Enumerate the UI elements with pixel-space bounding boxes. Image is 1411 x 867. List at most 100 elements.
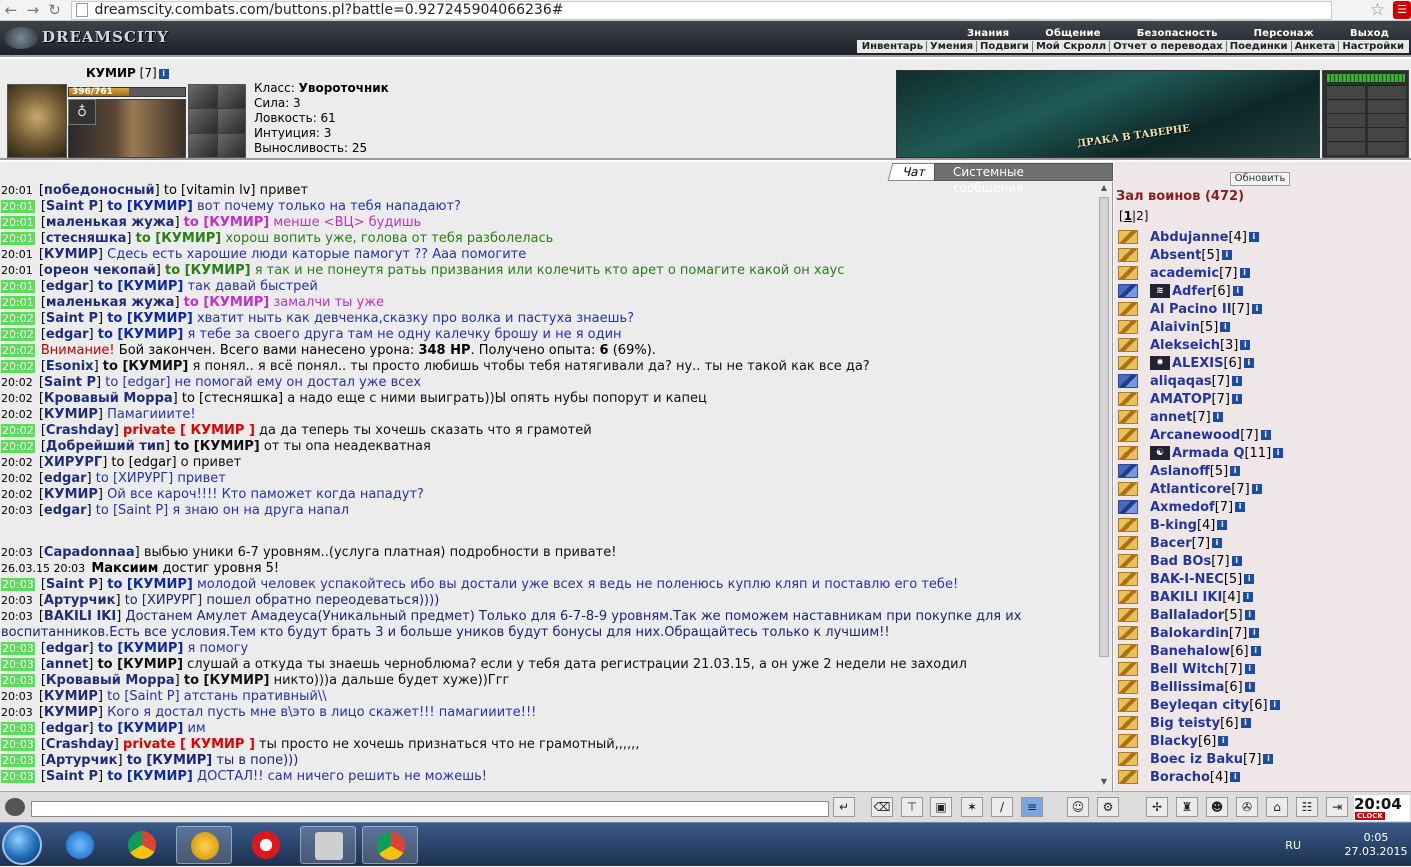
opera-icon[interactable] xyxy=(238,826,294,864)
info-icon[interactable]: i xyxy=(1269,700,1280,710)
recipient[interactable]: to [edgar] xyxy=(105,375,170,390)
tab-chat[interactable]: Чат xyxy=(887,163,941,181)
recipient[interactable]: private [ КУМИР ] xyxy=(123,423,255,438)
equip-slot[interactable] xyxy=(189,85,217,109)
recipient[interactable]: to [КУМИР] xyxy=(107,577,193,592)
player-row[interactable]: Banehalow [6] i xyxy=(1118,642,1408,660)
slash-icon[interactable]: / xyxy=(991,797,1013,817)
fight-icon[interactable] xyxy=(1118,572,1138,586)
fight-icon[interactable] xyxy=(1118,266,1138,280)
recipient[interactable]: to [edgar] xyxy=(111,455,176,470)
amulet-slot[interactable]: ♁ xyxy=(68,99,96,125)
player-row[interactable]: Bellissima [6] i xyxy=(1118,678,1408,696)
equip-slot[interactable] xyxy=(217,85,245,109)
recipient[interactable]: to [КУМИР] xyxy=(107,199,193,214)
player-name[interactable]: Ballalador xyxy=(1150,608,1224,623)
sender-nick[interactable]: Кровавый Морра xyxy=(46,673,175,688)
player-name[interactable]: Absent xyxy=(1150,248,1201,263)
sender-nick[interactable]: edgar xyxy=(46,327,89,342)
player-row[interactable]: Bad BOs [7] i xyxy=(1118,552,1408,570)
player-row[interactable]: Beyleqan city [6] i xyxy=(1118,696,1408,714)
player-name[interactable]: Beyleqan city xyxy=(1150,698,1249,713)
recipient[interactable]: to [КУМИР] xyxy=(127,753,213,768)
recipient[interactable]: to [КУМИР] xyxy=(107,311,193,326)
fight-icon[interactable] xyxy=(1118,554,1138,568)
sender-nick[interactable]: Saint P xyxy=(46,769,98,784)
reload-icon[interactable]: ↻ xyxy=(44,0,66,20)
page-1-link[interactable]: 1 xyxy=(1124,209,1132,223)
player-row[interactable]: Axmedof [7] i xyxy=(1118,498,1408,516)
fight-icon[interactable] xyxy=(1118,428,1138,442)
info-icon[interactable]: i xyxy=(1240,340,1251,350)
player-row[interactable]: BAK-I-NEC [5] i xyxy=(1118,570,1408,588)
player-row[interactable]: Arcanewood [7] i xyxy=(1118,426,1408,444)
eraser-icon[interactable]: ⌫ xyxy=(871,797,893,817)
system-clock[interactable]: 0:05 27.03.2015 xyxy=(1341,831,1411,859)
submenu-duels[interactable]: Поединки xyxy=(1227,41,1292,52)
sender-nick[interactable]: Crashday xyxy=(46,737,114,752)
equip-slot[interactable] xyxy=(189,133,217,157)
player-name[interactable]: ALEXIS xyxy=(1172,356,1223,371)
fight-icon[interactable] xyxy=(1118,356,1138,370)
sender-nick[interactable]: маленькая жужа xyxy=(46,295,175,310)
scroll-down-icon[interactable]: ▼ xyxy=(1099,777,1109,789)
submenu-inventory[interactable]: Инвентарь xyxy=(859,41,928,52)
info-icon[interactable]: i xyxy=(1217,520,1228,530)
sender-nick[interactable]: edgar xyxy=(46,279,89,294)
sender-nick[interactable]: КУМИР xyxy=(44,487,98,502)
submenu-transfer-report[interactable]: Отчет о переводах xyxy=(1110,41,1227,52)
player-row[interactable]: BAKILI IKI [4] i xyxy=(1118,588,1408,606)
fight-icon[interactable] xyxy=(1118,284,1138,298)
player-row[interactable]: ✸ ALEXIS [6] i xyxy=(1118,354,1408,372)
people-icon[interactable]: ☷ xyxy=(1296,797,1318,817)
info-icon[interactable]: i xyxy=(1249,628,1260,638)
submenu-skills[interactable]: Умения xyxy=(927,41,978,52)
recipient[interactable]: to [КУМИР] xyxy=(98,641,184,656)
player-row[interactable]: B-king [4] i xyxy=(1118,516,1408,534)
fight-icon[interactable] xyxy=(1118,446,1138,460)
player-row[interactable]: Boec iz Baku [7] i xyxy=(1118,750,1408,768)
sender-nick[interactable]: КУМИР xyxy=(44,247,98,262)
sender-nick[interactable]: edgar xyxy=(44,503,87,518)
player-name[interactable]: Arcanewood xyxy=(1150,428,1240,443)
sender-nick[interactable]: КУМИР xyxy=(44,705,98,720)
url-input[interactable]: dreamscity.combats.com/buttons.pl?battle… xyxy=(71,0,1332,20)
sender-nick[interactable]: Capadonnaa xyxy=(44,545,135,560)
menu-knowledge[interactable]: Знания xyxy=(949,28,1027,39)
fight-icon[interactable] xyxy=(1118,374,1138,388)
player-row[interactable]: Abdujanne [4] i xyxy=(1118,228,1408,246)
info-icon[interactable]: i xyxy=(1232,286,1243,296)
fight-icon[interactable] xyxy=(1118,410,1138,424)
player-row[interactable]: Aslanoff [5] i xyxy=(1118,462,1408,480)
info-icon[interactable]: i xyxy=(1230,466,1241,476)
chat-icon[interactable] xyxy=(5,798,25,816)
recipient[interactable]: to [КУМИР] xyxy=(184,295,270,310)
player-row[interactable]: Absent [5] i xyxy=(1118,246,1408,264)
fight-icon[interactable] xyxy=(1118,500,1138,514)
recipient[interactable]: to [КУМИР] xyxy=(165,263,251,278)
recipient[interactable]: to [КУМИР] xyxy=(98,279,184,294)
info-icon[interactable]: i xyxy=(158,68,169,79)
equip-slot[interactable] xyxy=(217,109,245,133)
player-name[interactable]: Aslanoff xyxy=(1150,464,1210,479)
info-icon[interactable]: i xyxy=(1242,592,1253,602)
recipient[interactable]: to [КУМИР] xyxy=(98,721,184,736)
sender-nick[interactable]: КУМИР xyxy=(44,689,98,704)
scroll-thumb[interactable] xyxy=(1099,197,1109,657)
fight-icon[interactable] xyxy=(1118,590,1138,604)
player-row[interactable]: Bell Witch [7] i xyxy=(1118,660,1408,678)
player-row[interactable]: Boracho [4] i xyxy=(1118,768,1408,786)
info-icon[interactable]: i xyxy=(1212,538,1223,548)
recipient[interactable]: to [КУМИР] xyxy=(184,215,270,230)
info-icon[interactable]: i xyxy=(1251,484,1262,494)
player-name[interactable]: AMATOP xyxy=(1150,392,1212,407)
sender-nick[interactable]: Esonix xyxy=(46,359,94,374)
player-row[interactable]: aliqaqas [7] i xyxy=(1118,372,1408,390)
menu-character[interactable]: Персонаж xyxy=(1236,28,1332,39)
fight-icon[interactable] xyxy=(1118,680,1138,694)
info-icon[interactable]: i xyxy=(1235,502,1246,512)
sender-nick[interactable]: КУМИР xyxy=(44,407,98,422)
player-name[interactable]: Abdujanne xyxy=(1150,230,1228,245)
location-image[interactable]: ДРАКА В ТАВЕРНЕ xyxy=(896,70,1320,158)
sender-nick[interactable]: Артурчик xyxy=(44,593,116,608)
